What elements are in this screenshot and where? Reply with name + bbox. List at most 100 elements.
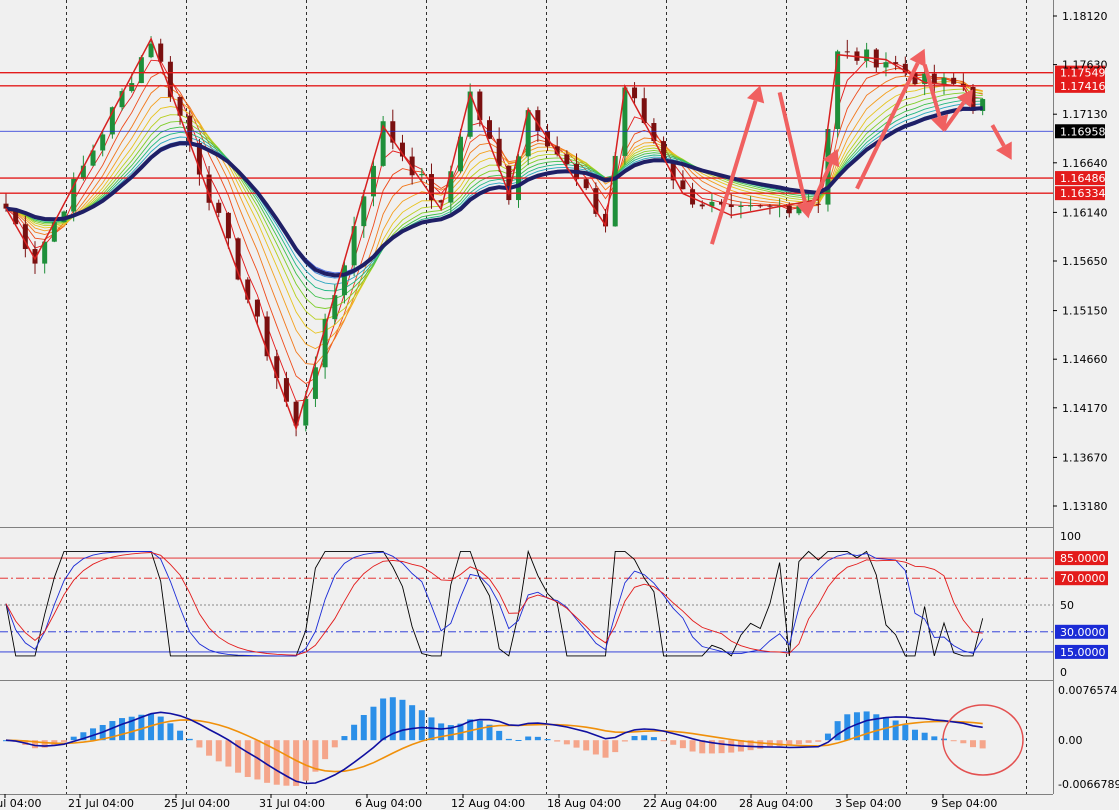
macd-histogram-bar (573, 740, 580, 748)
price-y-tick-label: 1.13670 (1062, 451, 1108, 464)
macd-histogram-bar (186, 738, 193, 741)
x-tick-label: 3 Sep 04:00 (835, 797, 901, 810)
macd-histogram-bar (805, 740, 812, 743)
forex-chart[interactable]: 1.175491.174161.169581.164861.163341.181… (0, 0, 1119, 810)
macd-histogram-bar (418, 710, 425, 741)
macd-histogram-bar (911, 729, 918, 741)
macd-histogram-bar (331, 740, 338, 748)
macd-histogram-bar (409, 705, 416, 741)
macd-histogram-bar (312, 740, 319, 772)
macd-histogram-bar (119, 718, 126, 741)
macd-histogram-bar (215, 740, 222, 762)
macd-histogram-bar (641, 735, 648, 741)
macd-histogram-bar (940, 738, 947, 741)
candle-body (786, 205, 792, 214)
macd-histogram-bar (602, 740, 609, 758)
x-tick-label: 21 Jul 04:00 (68, 797, 134, 810)
macd-histogram-bar (660, 740, 667, 742)
price-y-tick-label: 1.15150 (1062, 305, 1108, 318)
macd-histogram-bar (950, 740, 957, 742)
stoch-y-tick-label: 0 (1060, 666, 1067, 679)
macd-histogram-bar (679, 740, 686, 749)
price-y-tick-label: 1.18120 (1062, 10, 1108, 23)
candle-body (680, 180, 686, 190)
x-tick-label: 28 Aug 04:00 (739, 797, 813, 810)
macd-histogram-bar (177, 730, 184, 741)
price-y-tick-label: 1.16140 (1062, 206, 1108, 219)
macd-histogram-bar (563, 740, 570, 745)
macd-histogram-bar (515, 739, 522, 741)
price-y-tick-label: 1.17630 (1062, 59, 1108, 72)
macd-histogram-bar (824, 733, 831, 741)
candle-body (757, 205, 763, 207)
stoch-y-tick-label: 100 (1060, 530, 1081, 543)
macd-histogram-bar (61, 740, 68, 742)
price-level-label: 1.16958 (1060, 125, 1106, 138)
macd-histogram-bar (496, 730, 503, 741)
macd-histogram-bar (612, 740, 619, 753)
x-tick-label: 18 Aug 04:00 (547, 797, 621, 810)
macd-histogram-bar (370, 706, 377, 741)
macd-histogram-bar (960, 740, 967, 744)
macd-histogram-bar (621, 740, 628, 742)
macd-histogram-bar (931, 736, 938, 741)
candle-body (216, 202, 222, 213)
macd-histogram-bar (351, 724, 358, 741)
candle-body (564, 154, 570, 165)
x-tick-label: 9 Sep 04:00 (931, 797, 997, 810)
macd-histogram-bar (631, 735, 638, 741)
candle-body (341, 265, 347, 296)
x-tick-label: 22 Aug 04:00 (643, 797, 717, 810)
macd-histogram-bar (70, 736, 77, 741)
macd-histogram-bar (728, 740, 735, 753)
macd-histogram-bar (476, 720, 483, 741)
macd-histogram-bar (341, 736, 348, 741)
macd-histogram-bar (525, 736, 532, 741)
price-level-label: 1.16334 (1060, 187, 1106, 200)
price-y-tick-label: 1.16640 (1062, 157, 1108, 170)
macd-histogram-bar (273, 740, 280, 785)
stoch-y-tick-label: 50 (1060, 599, 1074, 612)
macd-histogram-bar (592, 740, 599, 755)
stoch-level-label: 85.0000 (1060, 552, 1106, 565)
candle-body (651, 123, 657, 142)
macd-histogram-bar (834, 721, 841, 741)
macd-histogram-bar (689, 740, 696, 752)
macd-histogram-bar (225, 740, 232, 767)
candle-body (815, 203, 821, 205)
candle-body (728, 204, 734, 208)
macd-histogram-bar (505, 738, 512, 741)
macd-histogram-bar (670, 740, 677, 745)
macd-histogram-bar (583, 740, 590, 751)
candle-body (496, 138, 502, 166)
macd-histogram-bar (718, 740, 725, 754)
macd-histogram-bar (196, 740, 203, 748)
macd-histogram-bar (206, 740, 213, 756)
macd-histogram-bar (293, 740, 300, 786)
macd-y-tick-label: 0.00 (1058, 734, 1083, 747)
candle-body (583, 179, 589, 189)
x-tick-label: 12 Aug 04:00 (451, 797, 525, 810)
macd-histogram-bar (902, 724, 909, 741)
macd-histogram-bar (302, 740, 309, 781)
candle-body (738, 205, 744, 208)
macd-histogram-bar (244, 740, 251, 777)
macd-histogram-bar (322, 740, 329, 760)
x-tick-label: 25 Jul 04:00 (164, 797, 230, 810)
candle-body (864, 49, 870, 61)
candle-body (148, 43, 154, 58)
candle-body (254, 299, 260, 317)
stoch-level-label: 70.0000 (1060, 572, 1106, 585)
macd-histogram-bar (380, 698, 387, 741)
candle-body (225, 212, 231, 239)
macd-histogram-bar (283, 740, 290, 786)
macd-histogram-bar (650, 737, 657, 741)
macd-histogram-bar (863, 711, 870, 741)
candle-body (632, 87, 638, 99)
macd-histogram-bar (795, 740, 802, 745)
price-y-tick-label: 1.17130 (1062, 108, 1108, 121)
candle-body (487, 120, 492, 139)
macd-histogram-bar (360, 714, 367, 741)
macd-histogram-bar (979, 740, 986, 749)
price-level-label: 1.16486 (1060, 172, 1106, 185)
